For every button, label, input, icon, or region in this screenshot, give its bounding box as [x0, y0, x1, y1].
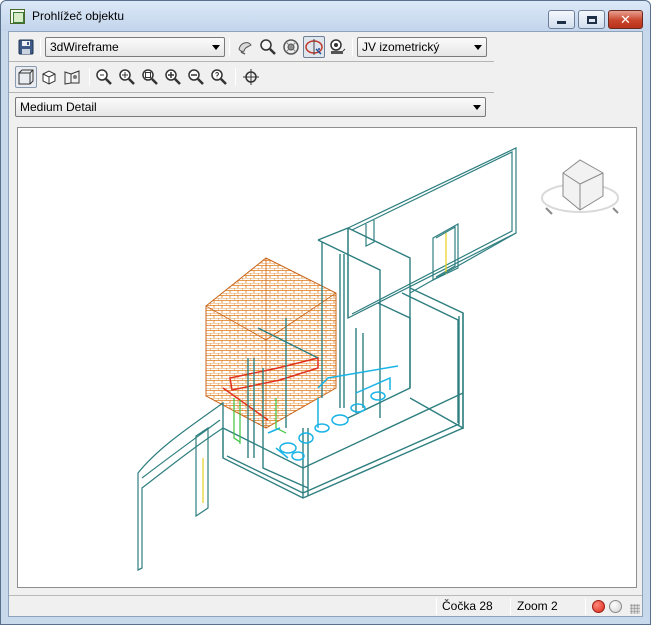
- camera-icon: [330, 39, 346, 54]
- toolbar-row-2: [9, 64, 642, 92]
- zoom-status: Zoom 2: [517, 599, 558, 613]
- chevron-down-icon: [473, 105, 481, 110]
- status-bar: Čočka 28 Zoom 2: [9, 595, 642, 616]
- free-orbit-icon: [305, 39, 323, 55]
- separator: [229, 38, 230, 56]
- zoom-minus-icon: [188, 69, 204, 85]
- zoom-extents-icon: [211, 69, 227, 85]
- status-divider: [436, 598, 437, 615]
- title-bar[interactable]: Prohlížeč objektu ✕: [1, 1, 650, 31]
- toolbar-divider: [9, 61, 494, 62]
- cube-view-button[interactable]: [38, 66, 60, 88]
- separator: [235, 68, 236, 86]
- camera-button[interactable]: [326, 36, 348, 58]
- window-title: Prohlížeč objektu: [32, 9, 125, 23]
- resize-grip-icon[interactable]: [630, 604, 640, 614]
- status-divider: [510, 598, 511, 615]
- target-icon: [243, 69, 259, 85]
- toolbar-row-3: Medium Detail: [9, 94, 642, 122]
- separator: [40, 38, 41, 56]
- curved-wall: [137, 401, 224, 571]
- detail-level-value: Medium Detail: [20, 100, 97, 114]
- chevron-down-icon: [474, 45, 482, 50]
- wireframe-model[interactable]: [18, 128, 636, 587]
- object-viewer-window: Prohlížeč objektu ✕ 3dWireframe JV izome…: [0, 0, 651, 625]
- status-divider: [585, 598, 586, 615]
- chevron-down-icon: [212, 45, 220, 50]
- minimize-button[interactable]: [548, 10, 575, 29]
- zoom-button[interactable]: [257, 36, 279, 58]
- zoom-extents-button[interactable]: [208, 66, 230, 88]
- maximize-button[interactable]: [578, 10, 605, 29]
- zoom-realtime-button[interactable]: [93, 66, 115, 88]
- zoom-icon: [260, 39, 276, 55]
- zoom-window-icon: [142, 69, 158, 85]
- zoom-in-button[interactable]: [116, 66, 138, 88]
- lens-status: Čočka 28: [442, 599, 493, 613]
- toolbar-divider: [9, 92, 494, 93]
- perspective-button[interactable]: [61, 66, 83, 88]
- zoom-plus-button[interactable]: [162, 66, 184, 88]
- separator: [89, 68, 90, 86]
- save-icon: [18, 39, 34, 55]
- close-icon: ✕: [620, 11, 631, 27]
- minimize-icon: [557, 21, 566, 24]
- target-button[interactable]: [240, 66, 262, 88]
- app-icon: [10, 9, 25, 24]
- cube-view-icon: [42, 70, 56, 85]
- maximize-icon: [586, 15, 597, 24]
- viewcube-icon[interactable]: [541, 159, 619, 215]
- record-icon[interactable]: [592, 600, 605, 613]
- zoom-plus-icon: [165, 69, 181, 85]
- brick-block: [205, 257, 337, 429]
- view-dropdown[interactable]: JV izometrický: [357, 37, 487, 57]
- orbit-button[interactable]: [280, 36, 302, 58]
- client-area: 3dWireframe JV izometrický Medium Detail…: [8, 31, 643, 617]
- free-orbit-button[interactable]: [303, 36, 325, 58]
- perspective-icon: [64, 70, 80, 85]
- zoom-in-icon: [119, 69, 135, 85]
- view-value: JV izometrický: [362, 40, 440, 54]
- model-viewport[interactable]: [17, 127, 637, 588]
- toolbar-row-1: 3dWireframe JV izometrický: [9, 34, 642, 62]
- back-wall: [347, 147, 517, 319]
- zoom-window-button[interactable]: [139, 66, 161, 88]
- box-view-button[interactable]: [15, 66, 37, 88]
- separator: [352, 38, 353, 56]
- box-view-icon: [18, 69, 34, 85]
- visual-style-dropdown[interactable]: 3dWireframe: [45, 37, 225, 57]
- orbit-icon: [283, 39, 299, 55]
- visual-style-button[interactable]: [234, 36, 256, 58]
- detail-level-dropdown[interactable]: Medium Detail: [15, 97, 486, 117]
- visual-style-value: 3dWireframe: [50, 40, 119, 54]
- zoom-realtime-icon: [96, 69, 112, 85]
- save-button[interactable]: [15, 36, 37, 58]
- close-button[interactable]: ✕: [608, 10, 643, 29]
- visual-style-icon: [238, 42, 252, 55]
- zoom-minus-button[interactable]: [185, 66, 207, 88]
- stop-icon[interactable]: [609, 600, 622, 613]
